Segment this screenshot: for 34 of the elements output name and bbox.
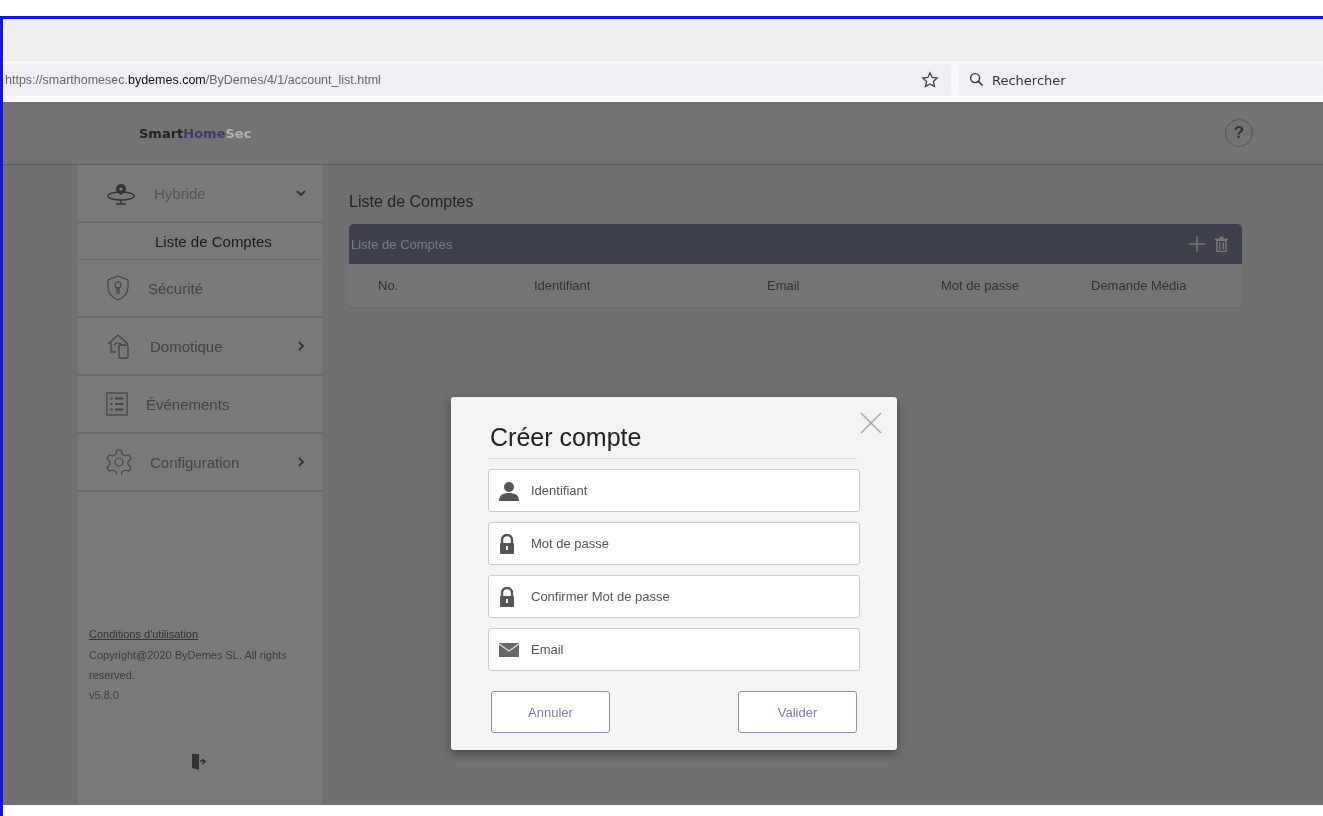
address-bar[interactable]: https://smarthomesec.bydemes.com/ByDemes/4/1/account_list.html — [3, 64, 951, 96]
add-icon[interactable] — [1189, 236, 1205, 252]
input-field[interactable]: Mot de passe — [488, 522, 860, 565]
close-icon[interactable] — [860, 412, 882, 434]
terms-link[interactable]: Conditions d'utilisation — [89, 628, 199, 640]
column-header: Demande Média — [1091, 278, 1188, 293]
router-icon — [106, 181, 136, 205]
star-icon[interactable] — [921, 71, 939, 89]
input-field[interactable]: Email — [488, 628, 860, 671]
page-title: Liste de Comptes — [349, 193, 475, 211]
chevron-icon — [296, 188, 306, 198]
dialog-title: Créer compte — [488, 423, 857, 459]
column-header: No. — [378, 278, 400, 293]
cancel-button[interactable]: Annuler — [491, 691, 610, 733]
version-text: v5.8.0 — [89, 688, 120, 703]
column-header: Mot de passe — [941, 278, 1021, 293]
gear-icon — [106, 449, 132, 475]
copyright-text: Copyright@2020 ByDemes SL. All rights reserved. — [89, 648, 288, 683]
table-title: Liste de Comptes — [351, 236, 454, 252]
input-field[interactable]: Identifiant — [488, 469, 860, 512]
column-header: Email — [767, 278, 801, 293]
logout-icon[interactable] — [190, 753, 207, 771]
list-icon — [106, 392, 128, 416]
shield-icon — [106, 275, 130, 301]
logo: SmartHomeSec — [139, 125, 252, 141]
search-field[interactable]: Rechercher — [959, 64, 1323, 96]
trash-icon[interactable] — [1215, 236, 1228, 252]
input-field[interactable]: Confirmer Mot de passe — [488, 575, 860, 618]
column-header: Identifiant — [534, 278, 592, 293]
smart-home-icon — [106, 333, 132, 359]
sidebar-subitem[interactable]: Liste de Comptes — [78, 223, 322, 260]
submit-button[interactable]: Valider — [738, 691, 857, 733]
chevron-icon — [296, 457, 306, 467]
chevron-icon — [296, 341, 306, 351]
